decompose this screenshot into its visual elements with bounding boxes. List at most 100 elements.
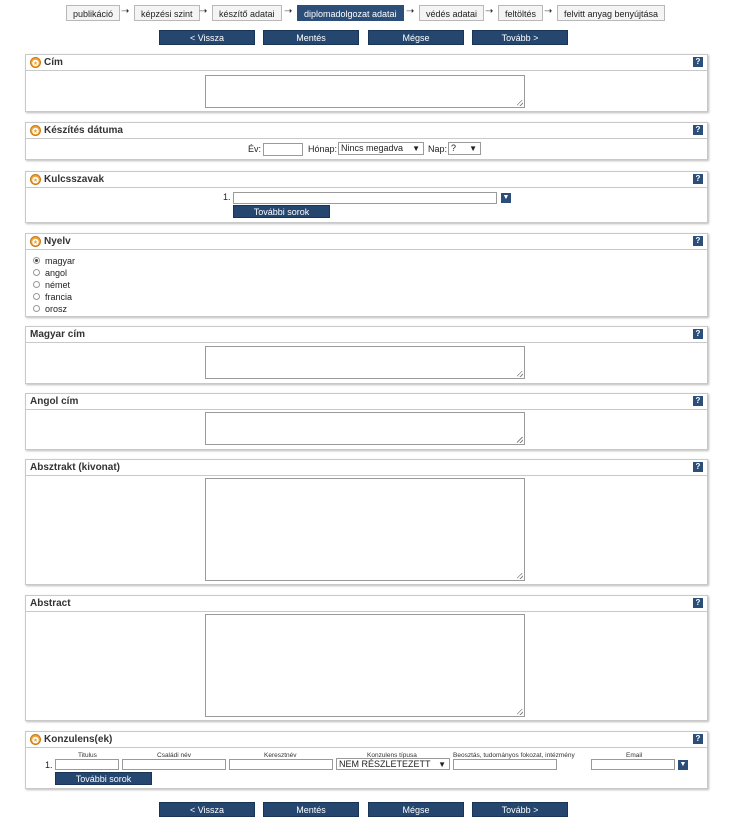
consultant-titulus-input[interactable] xyxy=(55,759,119,770)
hungarian-title-panel: Magyar cím ? xyxy=(25,326,708,384)
english-title-label: Angol cím xyxy=(30,396,79,407)
step-keszito-adatai[interactable]: készítő adatai xyxy=(212,5,282,21)
consultant-email-input[interactable] xyxy=(591,759,675,770)
help-icon[interactable]: ? xyxy=(693,236,703,246)
panel-title: ✪ Cím xyxy=(30,57,63,68)
panel-header: Abstract ? xyxy=(26,596,707,612)
back-button[interactable]: < Vissza xyxy=(159,802,255,817)
column-header-titulus: Titulus xyxy=(78,752,97,759)
consultant-row-number: 1. xyxy=(45,760,53,770)
language-radio-francia[interactable] xyxy=(33,293,40,300)
day-value: ? xyxy=(451,143,457,153)
title-textarea[interactable] xyxy=(205,75,525,108)
abstract-en-textarea[interactable] xyxy=(205,614,525,717)
panel-header: Angol cím ? xyxy=(26,394,707,410)
step-arrow-icon: ➝ xyxy=(406,6,415,17)
next-button[interactable]: Tovább > xyxy=(472,30,568,45)
language-radio-orosz[interactable] xyxy=(33,305,40,312)
language-radio-nemet[interactable] xyxy=(33,281,40,288)
language-option-label: angol xyxy=(45,268,68,278)
help-icon[interactable]: ? xyxy=(693,174,703,184)
column-header-csaladi-nev: Családi név xyxy=(157,752,191,759)
language-option-label: magyar xyxy=(45,256,76,266)
panel-header: Absztrakt (kivonat) ? xyxy=(26,460,707,476)
panel-header: ✪ Cím ? xyxy=(26,55,707,71)
abstract-hu-textarea[interactable] xyxy=(205,478,525,581)
panel-title: ✪ Konzulens(ek) xyxy=(30,734,112,745)
english-title-textarea[interactable] xyxy=(205,412,525,445)
language-radio-angol[interactable] xyxy=(33,269,40,276)
month-label: Hónap: xyxy=(308,144,338,154)
date-label: Készítés dátuma xyxy=(44,125,123,136)
more-consultant-rows-button[interactable]: További sorok xyxy=(55,772,152,785)
hungarian-title-textarea[interactable] xyxy=(205,346,525,379)
month-select[interactable]: Nincs megadva ▼ xyxy=(338,142,424,155)
help-icon[interactable]: ? xyxy=(693,462,703,472)
required-star-icon: ✪ xyxy=(30,174,41,185)
column-header-email: Email xyxy=(626,752,643,759)
consultant-first-name-input[interactable] xyxy=(229,759,333,770)
help-icon[interactable]: ? xyxy=(693,396,703,406)
step-arrow-icon: ➝ xyxy=(199,6,208,17)
help-icon[interactable]: ? xyxy=(693,734,703,744)
help-icon[interactable]: ? xyxy=(693,125,703,135)
title-panel: ✪ Cím ? xyxy=(25,54,708,112)
dropdown-icon[interactable]: ▼ xyxy=(501,193,511,203)
english-title-panel: Angol cím ? xyxy=(25,393,708,450)
step-vedes-adatai[interactable]: védés adatai xyxy=(419,5,485,21)
column-header-keresztnev: Keresztnév xyxy=(264,752,297,759)
help-icon[interactable]: ? xyxy=(693,329,703,339)
step-arrow-icon: ➝ xyxy=(544,6,553,17)
back-button[interactable]: < Vissza xyxy=(159,30,255,45)
dropdown-caret-icon: ▼ xyxy=(412,144,420,153)
step-felvitt-anyag-benyujtasa[interactable]: felvitt anyag benyújtása xyxy=(557,5,666,21)
help-icon[interactable]: ? xyxy=(693,598,703,608)
panel-header: ✪ Kulcsszavak ? xyxy=(26,172,707,188)
day-label: Nap: xyxy=(428,144,448,154)
step-kepzesi-szint[interactable]: képzési szint xyxy=(134,5,200,21)
cancel-button[interactable]: Mégse xyxy=(368,30,464,45)
column-header-beosztas: Beosztás, tudományos fokozat, intézmény xyxy=(453,752,575,759)
required-star-icon: ✪ xyxy=(30,57,41,68)
step-diplomadolgozat-adatai[interactable]: diplomadolgozat adatai xyxy=(297,5,404,21)
abstract-en-label: Abstract xyxy=(30,598,71,609)
consultants-panel: ✪ Konzulens(ek) ? Titulus Családi név Ker… xyxy=(25,731,708,789)
panel-header: ✪ Készítés dátuma ? xyxy=(26,123,707,139)
save-button[interactable]: Mentés xyxy=(263,30,359,45)
language-option-label: francia xyxy=(45,292,73,302)
required-star-icon: ✪ xyxy=(30,734,41,745)
panel-title: ✪ Készítés dátuma xyxy=(30,125,123,136)
panel-title: ✪ Nyelv xyxy=(30,236,71,247)
language-radio-magyar[interactable] xyxy=(33,257,40,264)
keywords-panel: ✪ Kulcsszavak ? 1. ▼ További sorok xyxy=(25,171,708,223)
panel-header: Magyar cím ? xyxy=(26,327,707,343)
panel-header: ✪ Konzulens(ek) ? xyxy=(26,732,707,748)
dropdown-icon[interactable]: ▼ xyxy=(678,760,688,770)
language-panel: ✪ Nyelv ? magyar angol német francia oros… xyxy=(25,233,708,317)
consultant-type-value: NEM RÉSZLETEZETT xyxy=(339,759,431,769)
abstract-en-panel: Abstract ? xyxy=(25,595,708,721)
hungarian-title-label: Magyar cím xyxy=(30,329,86,340)
save-button[interactable]: Mentés xyxy=(263,802,359,817)
consultant-type-select[interactable]: NEM RÉSZLETEZETT ▼ xyxy=(336,758,450,770)
step-feltoltes[interactable]: feltöltés xyxy=(498,5,544,21)
next-button[interactable]: Tovább > xyxy=(472,802,568,817)
help-icon[interactable]: ? xyxy=(693,57,703,67)
consultants-label: Konzulens(ek) xyxy=(44,734,113,745)
dropdown-caret-icon: ▼ xyxy=(469,144,477,153)
year-input[interactable] xyxy=(263,143,303,156)
year-label: Év: xyxy=(248,144,262,154)
keyword-row-number: 1. xyxy=(223,192,231,202)
abstract-hu-label: Absztrakt (kivonat) xyxy=(30,462,121,473)
consultant-family-name-input[interactable] xyxy=(122,759,226,770)
date-panel: ✪ Készítés dátuma ? Év: Hónap: Nincs mega… xyxy=(25,122,708,160)
keyword-input[interactable] xyxy=(233,192,497,204)
step-arrow-icon: ➝ xyxy=(284,6,293,17)
required-star-icon: ✪ xyxy=(30,125,41,136)
cancel-button[interactable]: Mégse xyxy=(368,802,464,817)
language-option-label: orosz xyxy=(45,304,68,314)
more-keyword-rows-button[interactable]: További sorok xyxy=(233,205,330,218)
step-publikacio[interactable]: publikáció xyxy=(66,5,121,21)
consultant-position-input[interactable] xyxy=(453,759,557,770)
day-select[interactable]: ? ▼ xyxy=(448,142,481,155)
